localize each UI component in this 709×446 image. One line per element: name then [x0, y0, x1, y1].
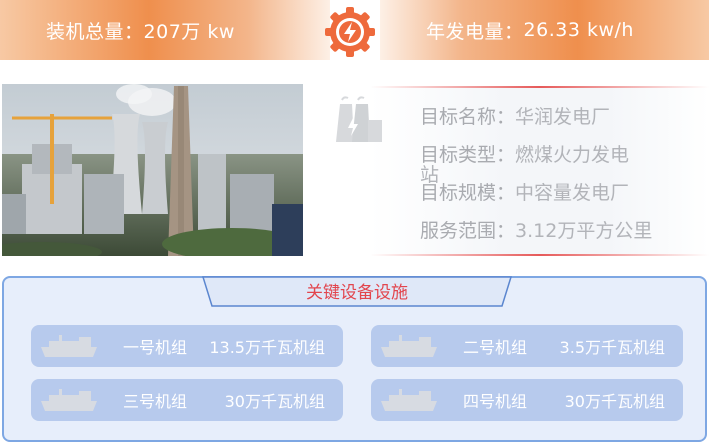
unit-name: 一号机组	[122, 338, 187, 357]
unit-capacity: 30万千瓦机组	[224, 392, 325, 411]
unit-card-4[interactable]: 四号机组 30万千瓦机组	[371, 379, 683, 421]
target-name-label: 目标名称：	[420, 106, 516, 128]
service-range-label: 服务范围：	[420, 220, 516, 242]
target-scale-value: 中容量发电厂	[515, 182, 630, 204]
ship-icon	[41, 335, 97, 357]
info-top-divider	[370, 86, 709, 88]
key-equipment-panel: 关键设备设施 一号机组 13.5万千瓦机组 二号机组 3.5万千瓦机组 三号机组…	[2, 276, 707, 442]
target-type: 目标类型：燃煤火力发电	[420, 140, 629, 167]
ship-icon	[381, 335, 437, 357]
generation-value: 26.33 kw/h	[523, 19, 634, 41]
unit-name: 四号机组	[462, 392, 527, 411]
service-range-value: 3.12万平方公里	[515, 220, 653, 242]
unit-card-2[interactable]: 二号机组 3.5万千瓦机组	[371, 325, 683, 367]
unit-name: 三号机组	[122, 392, 187, 411]
unit-capacity: 3.5万千瓦机组	[559, 338, 665, 357]
power-bolt-gear-icon	[325, 7, 375, 57]
unit-card-1[interactable]: 一号机组 13.5万千瓦机组	[31, 325, 343, 367]
unit-name: 二号机组	[462, 338, 527, 357]
equipment-title: 关键设备设施	[306, 283, 408, 303]
target-name-value: 华润发电厂	[515, 106, 611, 128]
capacity-value: 207万 kw	[143, 20, 235, 43]
power-plant-photo	[2, 84, 303, 256]
unit-capacity: 13.5万千瓦机组	[209, 338, 325, 357]
ship-icon	[41, 389, 97, 411]
capacity-stat: 装机总量： 207万 kw	[0, 0, 330, 60]
info-bottom-divider	[370, 254, 709, 256]
capacity-label: 装机总量：	[46, 20, 144, 43]
service-range: 服务范围：3.12万平方公里	[420, 216, 652, 243]
target-scale-label: 目标规模：	[420, 182, 516, 204]
unit-card-3[interactable]: 三号机组 30万千瓦机组	[31, 379, 343, 421]
ship-icon	[381, 389, 437, 411]
target-scale: 目标规模：中容量发电厂	[420, 178, 629, 205]
generation-stat: 年发电量： 26.33 kw/h	[380, 0, 709, 60]
target-type-value: 燃煤火力发电	[515, 144, 630, 166]
unit-capacity: 30万千瓦机组	[564, 392, 665, 411]
target-name: 目标名称：华润发电厂	[420, 102, 610, 129]
power-plant-icon	[336, 96, 382, 142]
generation-label: 年发电量：	[426, 20, 524, 43]
target-info-panel: 目标名称：华润发电厂 目标类型：燃煤火力发电 站 目标规模：中容量发电厂 服务范…	[326, 86, 709, 256]
